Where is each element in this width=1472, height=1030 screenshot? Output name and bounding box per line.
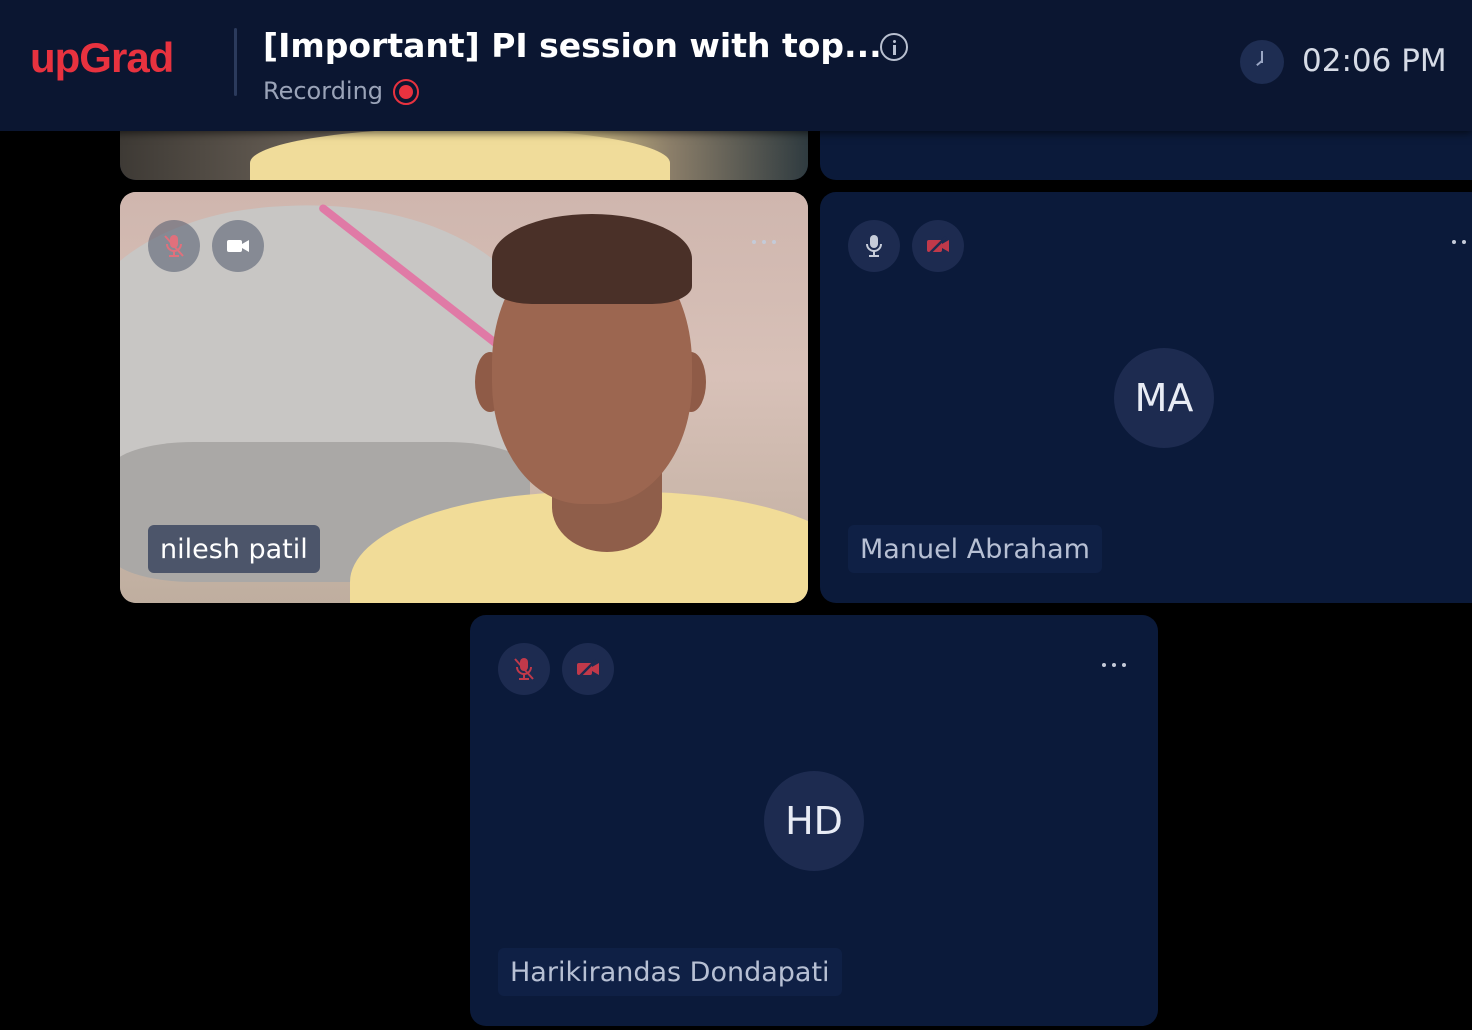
participant-name: Manuel Abraham — [848, 525, 1102, 573]
participant-tile-nilesh-patil[interactable]: nilesh patil — [120, 192, 808, 603]
mic-icon — [866, 235, 882, 257]
avatar: MA — [1114, 348, 1214, 448]
more-options-icon[interactable] — [752, 237, 782, 247]
video-feed-subject — [492, 214, 692, 304]
camera-toggle-button[interactable] — [212, 220, 264, 272]
participant-name: Harikirandas Dondapati — [498, 948, 842, 996]
recording-label: Recording — [263, 77, 384, 105]
avatar: HD — [764, 771, 864, 871]
camera-toggle-button[interactable] — [562, 643, 614, 695]
participant-tile-harikirandas-dondapati[interactable]: HD Harikirandas Dondapati — [470, 615, 1158, 1026]
info-icon[interactable] — [880, 33, 908, 61]
camera-icon — [227, 240, 249, 252]
header-divider — [234, 28, 237, 96]
camera-off-icon — [927, 236, 949, 256]
participant-tile-manuel-abraham[interactable]: MA Manuel Abraham — [820, 192, 1472, 603]
more-options-icon[interactable] — [1452, 237, 1472, 247]
upgrad-logo: upGrad — [30, 34, 174, 81]
mic-off-icon — [514, 658, 534, 680]
camera-off-icon — [577, 659, 599, 679]
meeting-app: upGrad [Important] PI session with top..… — [0, 0, 1472, 1030]
more-options-icon[interactable] — [1102, 660, 1132, 670]
meeting-header: upGrad [Important] PI session with top..… — [0, 0, 1472, 131]
session-title: [Important] PI session with top... — [263, 26, 882, 65]
camera-toggle-button[interactable] — [912, 220, 964, 272]
mic-off-icon — [164, 235, 184, 257]
participant-name: nilesh patil — [148, 525, 320, 573]
clock-time: 02:06 PM — [1302, 43, 1447, 79]
mic-toggle-button[interactable] — [848, 220, 900, 272]
recording-icon — [393, 79, 419, 105]
mic-toggle-button[interactable] — [498, 643, 550, 695]
clock-icon — [1240, 40, 1284, 84]
mic-toggle-button[interactable] — [148, 220, 200, 272]
